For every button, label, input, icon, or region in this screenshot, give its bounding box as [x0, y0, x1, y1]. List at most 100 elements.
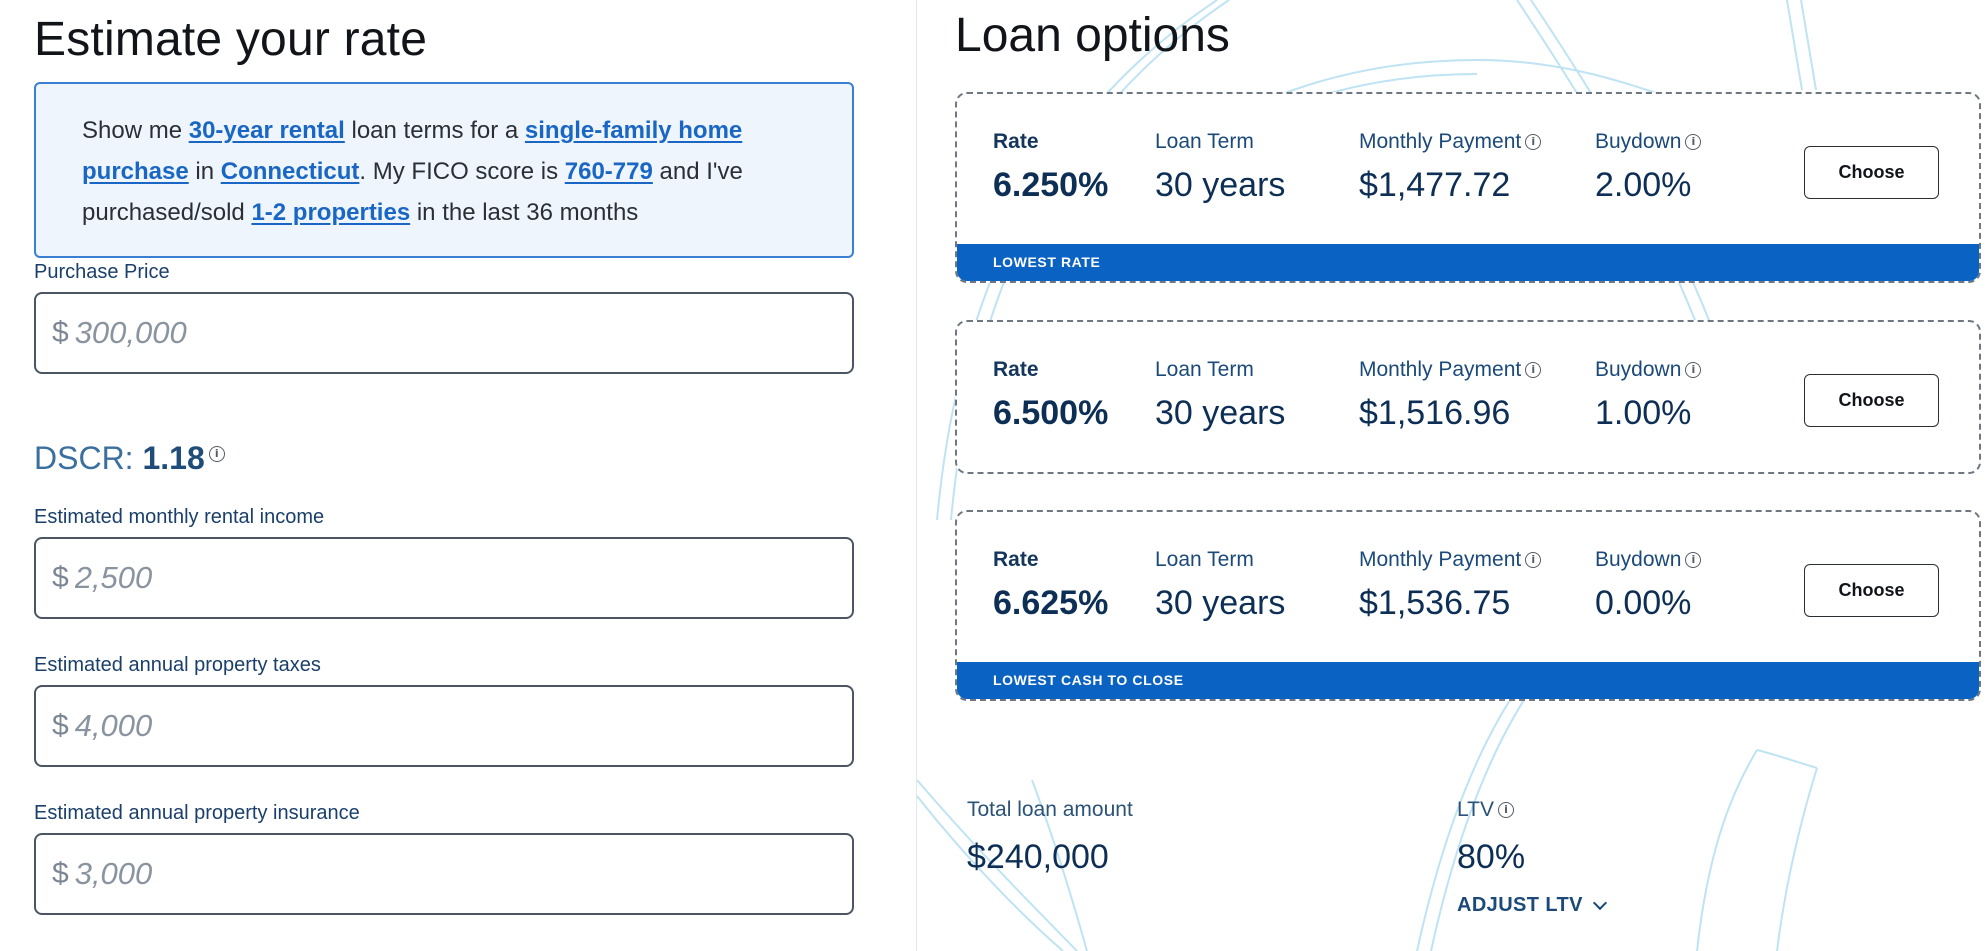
buydown-value: 1.00%: [1595, 394, 1692, 432]
rate-column: Rate 6.250%: [993, 130, 1108, 205]
buydown-label-text: Buydown: [1595, 548, 1682, 571]
fico-score-link[interactable]: 760-779: [565, 158, 653, 185]
sentence-text: in the last 36 months: [410, 199, 639, 226]
rate-label: Rate: [993, 130, 1039, 153]
monthly-payment-value: $1,536.75: [1359, 584, 1511, 622]
loan-term-value: 30 years: [1155, 166, 1286, 204]
ltv-value: 80%: [1457, 838, 1526, 876]
adjust-ltv-label: ADJUST LTV: [1457, 894, 1583, 916]
loan-criteria-sentence: Show me 30-year rental loan terms for a …: [34, 82, 854, 258]
choose-button[interactable]: Choose: [1804, 146, 1939, 199]
monthly-payment-label: Monthly Payment i: [1359, 548, 1542, 572]
total-loan-summary: Total loan amount $240,000: [967, 798, 1133, 877]
loan-term-link[interactable]: 30-year rental: [189, 117, 345, 144]
payment-column: Monthly Payment i $1,536.75: [1359, 548, 1542, 623]
property-taxes-field[interactable]: $: [34, 685, 854, 767]
loan-options-title: Loan options: [955, 9, 1230, 62]
loan-option-card: Rate 6.625% Loan Term 30 years Monthly P…: [955, 510, 1981, 701]
ltv-summary: LTV i 80%: [1457, 798, 1525, 877]
property-taxes-input[interactable]: [74, 708, 775, 744]
property-taxes-label: Estimated annual property taxes: [34, 654, 321, 676]
rate-value: 6.250%: [993, 166, 1109, 204]
monthly-payment-label-text: Monthly Payment: [1359, 130, 1522, 153]
info-icon[interactable]: i: [208, 446, 225, 463]
loan-term-label: Loan Term: [1155, 358, 1254, 381]
currency-symbol: $: [52, 709, 69, 742]
chevron-down-icon: [1592, 895, 1607, 910]
payment-column: Monthly Payment i $1,516.96: [1359, 358, 1542, 433]
rate-label: Rate: [993, 548, 1039, 571]
monthly-payment-label-text: Monthly Payment: [1359, 548, 1522, 571]
dscr-display: DSCR: 1.18 i: [34, 440, 225, 477]
loan-term-label: Loan Term: [1155, 548, 1254, 571]
sentence-text: . My FICO score is: [359, 158, 565, 185]
loan-option-card: Rate 6.250% Loan Term 30 years Monthly P…: [955, 92, 1981, 283]
buydown-label-text: Buydown: [1595, 130, 1682, 153]
buydown-label: Buydown i: [1595, 358, 1702, 382]
dscr-label: DSCR:: [34, 440, 143, 476]
term-column: Loan Term 30 years: [1155, 130, 1285, 205]
currency-symbol: $: [52, 316, 69, 349]
property-insurance-label: Estimated annual property insurance: [34, 802, 360, 824]
monthly-payment-value: $1,516.96: [1359, 394, 1511, 432]
page-title: Estimate your rate: [34, 13, 428, 66]
currency-symbol: $: [52, 857, 69, 890]
sentence-text: Show me: [82, 117, 189, 144]
ltv-label: LTV i: [1457, 798, 1525, 822]
buydown-value: 0.00%: [1595, 584, 1692, 622]
loan-options-panel: Loan options Rate 6.250% Loan Term 30 ye…: [917, 0, 1987, 951]
rate-value: 6.625%: [993, 584, 1109, 622]
purchase-price-input[interactable]: [74, 315, 775, 351]
rental-income-field[interactable]: $: [34, 537, 854, 619]
adjust-ltv-toggle[interactable]: ADJUST LTV: [1457, 894, 1607, 917]
buydown-label: Buydown i: [1595, 548, 1702, 572]
buydown-column: Buydown i 2.00%: [1595, 130, 1702, 205]
monthly-payment-label: Monthly Payment i: [1359, 130, 1542, 154]
lowest-rate-banner: LOWEST RATE: [957, 244, 1979, 281]
term-column: Loan Term 30 years: [1155, 358, 1285, 433]
properties-count-link[interactable]: 1-2 properties: [251, 199, 410, 226]
payment-column: Monthly Payment i $1,477.72: [1359, 130, 1542, 205]
monthly-payment-label: Monthly Payment i: [1359, 358, 1542, 382]
sentence-text: loan terms for a: [344, 117, 525, 144]
info-icon[interactable]: i: [1525, 552, 1542, 568]
loan-term-value: 30 years: [1155, 394, 1286, 432]
property-insurance-field[interactable]: $: [34, 833, 854, 915]
buydown-label-text: Buydown: [1595, 358, 1682, 381]
property-insurance-input[interactable]: [74, 856, 775, 892]
currency-symbol: $: [52, 561, 69, 594]
total-loan-value: $240,000: [967, 838, 1109, 876]
choose-button[interactable]: Choose: [1804, 374, 1939, 427]
loan-term-label: Loan Term: [1155, 130, 1254, 153]
info-icon[interactable]: i: [1525, 134, 1542, 150]
monthly-payment-label-text: Monthly Payment: [1359, 358, 1522, 381]
ltv-label-text: LTV: [1457, 798, 1494, 821]
rate-estimator-panel: Estimate your rate Show me 30-year renta…: [0, 0, 916, 951]
dscr-value: 1.18: [142, 440, 205, 476]
sentence-text: in: [188, 158, 221, 185]
total-loan-label: Total loan amount: [967, 798, 1133, 821]
info-icon[interactable]: i: [1497, 802, 1514, 818]
buydown-column: Buydown i 0.00%: [1595, 548, 1702, 623]
info-icon[interactable]: i: [1685, 134, 1702, 150]
loan-term-value: 30 years: [1155, 584, 1286, 622]
rate-label: Rate: [993, 358, 1039, 381]
rate-value: 6.500%: [993, 394, 1109, 432]
rental-income-label: Estimated monthly rental income: [34, 506, 325, 528]
term-column: Loan Term 30 years: [1155, 548, 1285, 623]
buydown-column: Buydown i 1.00%: [1595, 358, 1702, 433]
info-icon[interactable]: i: [1525, 362, 1542, 378]
monthly-payment-value: $1,477.72: [1359, 166, 1511, 204]
purchase-price-label: Purchase Price: [34, 261, 170, 283]
rate-column: Rate 6.500%: [993, 358, 1108, 433]
choose-button[interactable]: Choose: [1804, 564, 1939, 617]
info-icon[interactable]: i: [1685, 552, 1702, 568]
rate-column: Rate 6.625%: [993, 548, 1108, 623]
loan-option-card: Rate 6.500% Loan Term 30 years Monthly P…: [955, 320, 1981, 474]
state-link[interactable]: Connecticut: [221, 158, 360, 185]
rental-income-input[interactable]: [74, 560, 775, 596]
purchase-price-field[interactable]: $: [34, 292, 854, 374]
info-icon[interactable]: i: [1685, 362, 1702, 378]
lowest-cash-to-close-banner: LOWEST CASH TO CLOSE: [957, 662, 1979, 699]
buydown-value: 2.00%: [1595, 166, 1692, 204]
